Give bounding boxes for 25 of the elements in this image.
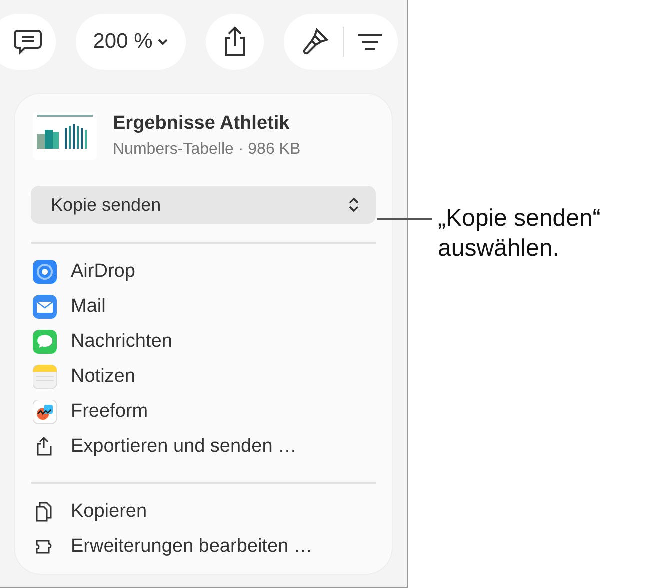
message-bubble-icon — [33, 330, 57, 354]
menu-icon[interactable] — [356, 32, 384, 52]
callout-text: „Kopie senden“ auswählen. — [438, 204, 602, 264]
updown-chevron-icon — [348, 196, 360, 214]
comment-button[interactable] — [0, 14, 56, 70]
share-option[interactable]: Nachrichten — [31, 324, 376, 359]
mail-icon — [33, 294, 57, 318]
share-option[interactable]: AirDrop — [31, 254, 376, 289]
leader-line — [377, 218, 432, 220]
send-mode-dropdown[interactable]: Kopie senden — [31, 186, 376, 224]
comment-icon — [13, 28, 43, 56]
action-item[interactable]: Kopieren — [31, 494, 376, 529]
file-info: Numbers-Tabelle · 986 KB — [113, 141, 301, 159]
share-option[interactable]: Mail — [31, 289, 376, 324]
share-option[interactable]: Exportieren und senden … — [31, 429, 376, 464]
zoom-button[interactable]: 200 % — [76, 14, 186, 70]
airdrop-icon — [33, 260, 57, 284]
notepad-icon — [33, 364, 57, 388]
action-item[interactable]: Erweiterungen bearbeiten … — [31, 529, 376, 564]
chevron-down-icon — [156, 38, 169, 46]
share-option[interactable]: Notizen — [31, 359, 376, 394]
freeform-icon — [33, 400, 57, 424]
file-name: Ergebnisse Athletik — [113, 113, 291, 135]
share-icon — [222, 26, 248, 58]
share-option[interactable]: Freeform — [31, 394, 376, 429]
